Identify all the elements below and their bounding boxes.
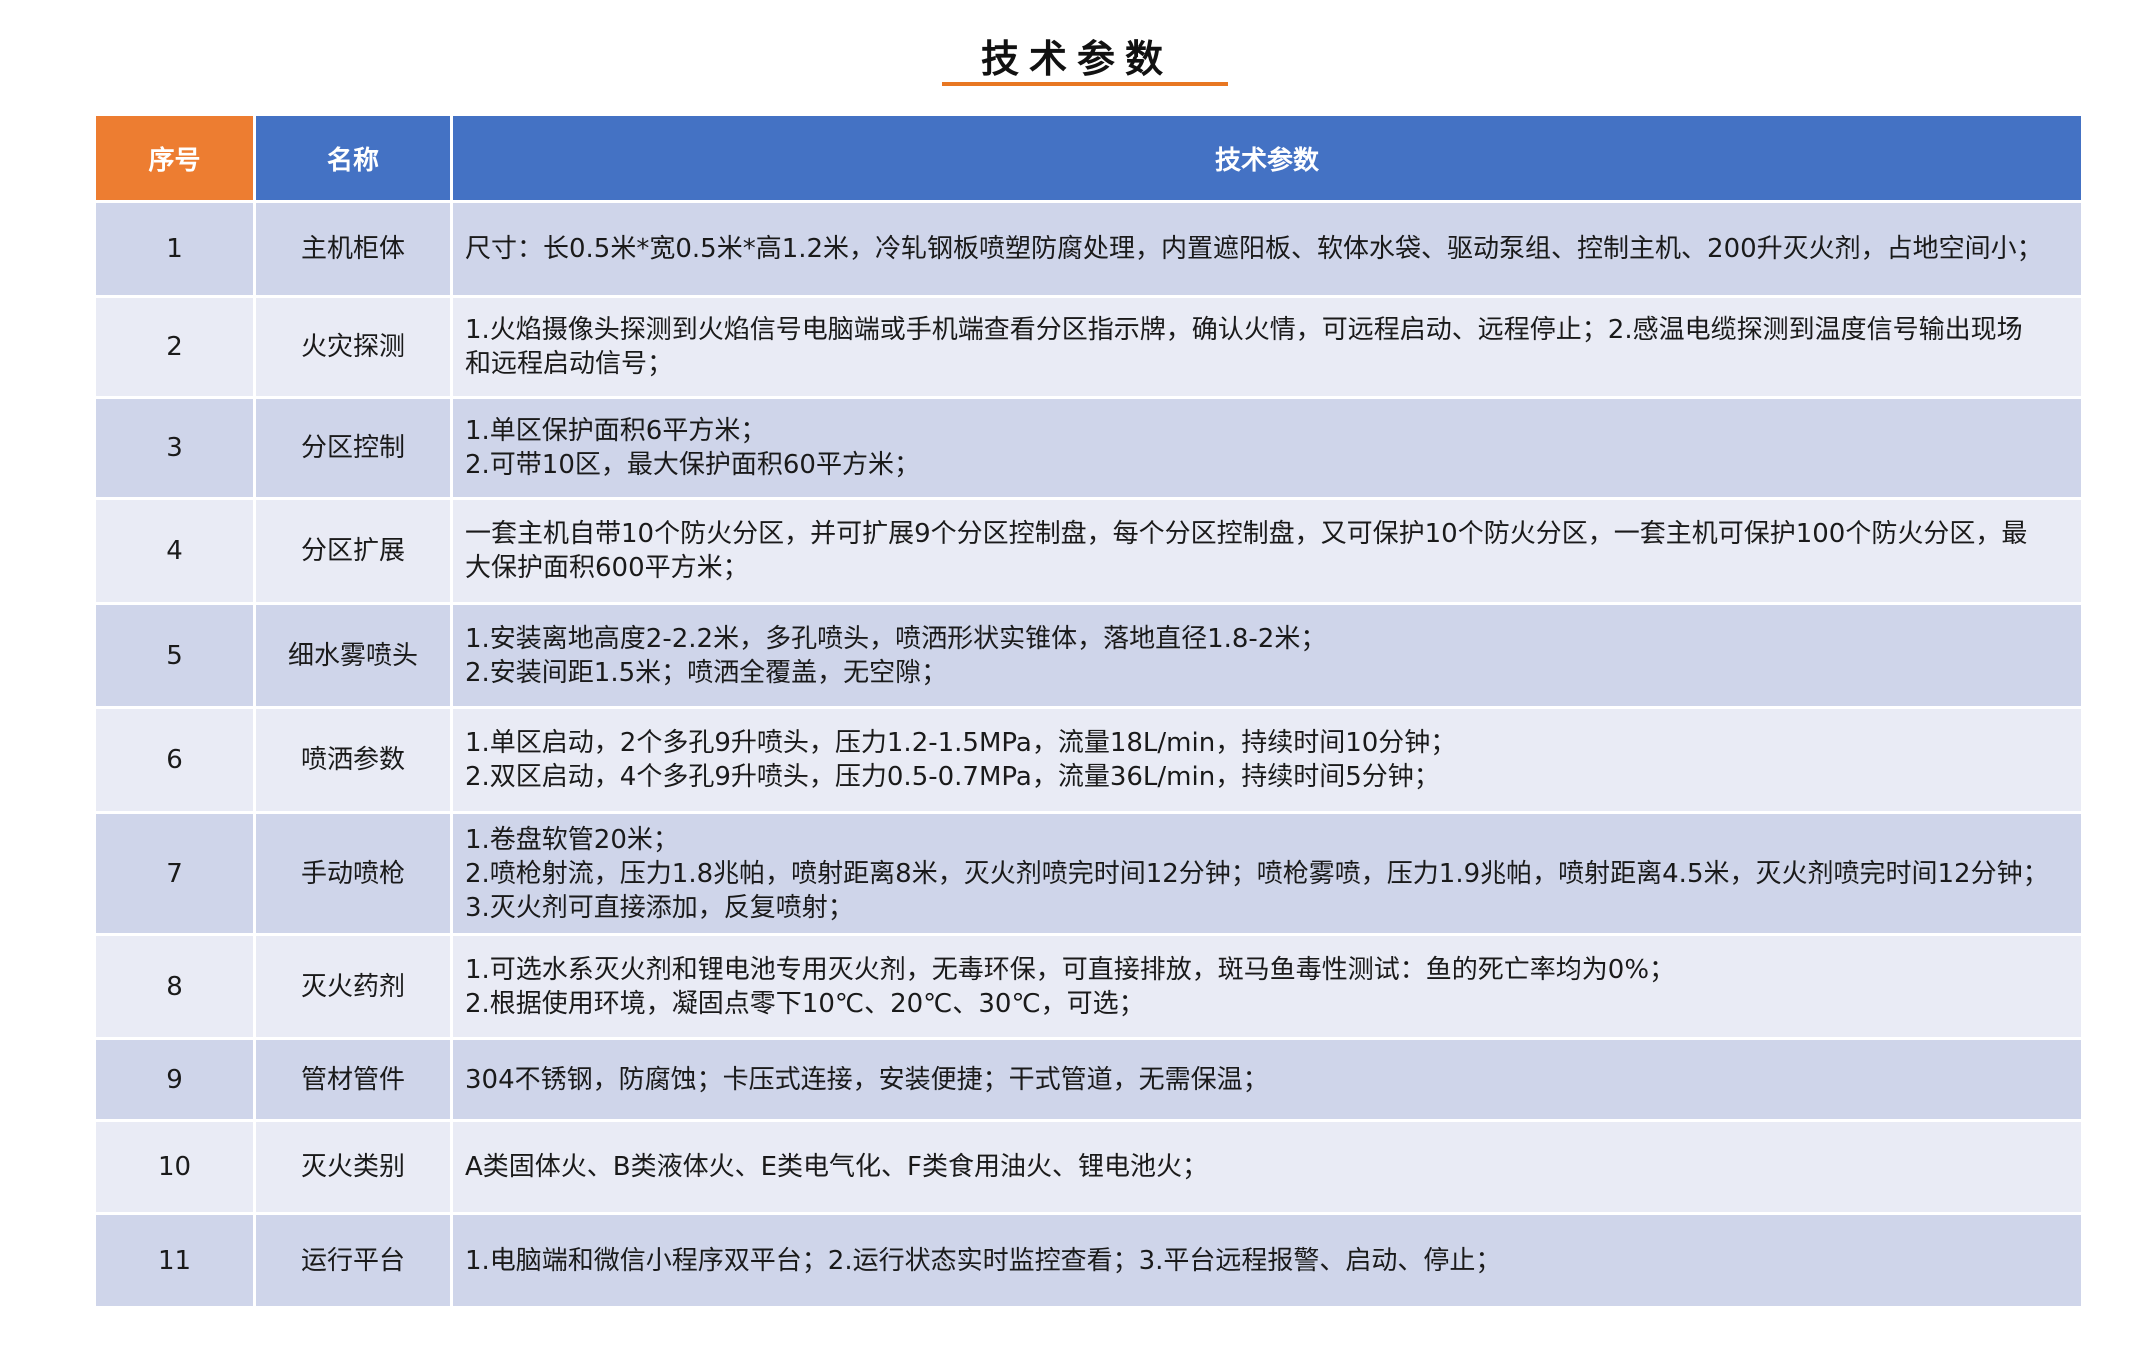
- param-line: 1.单区启动，2个多孔9升喷头，压力1.2-1.5MPa，流量18L/min，持…: [465, 728, 1457, 758]
- row-name: 主机柜体: [256, 203, 450, 295]
- param-line: 304不锈钢，防腐蚀；卡压式连接，安装便捷；干式管道，无需保温；: [465, 1064, 1269, 1095]
- table-row: 1 主机柜体 尺寸：长0.5米*宽0.5米*高1.2米，冷轧钢板喷塑防腐处理，内置遮…: [96, 203, 2081, 295]
- row-name: 运行平台: [256, 1215, 450, 1306]
- row-number: 8: [96, 936, 253, 1037]
- param-line: 1.卷盘软管20米；: [465, 824, 679, 855]
- row-name: 分区扩展: [256, 500, 450, 602]
- row-number: 6: [96, 709, 253, 811]
- table-header-row: 序号 名称 技术参数: [96, 116, 2081, 200]
- row-number: 1: [96, 203, 253, 295]
- row-params: 1.火焰摄像头探测到火焰信号电脑端或手机端查看分区指示牌，确认火情，可远程启动、…: [453, 298, 2081, 396]
- param-line: 一套主机自带10个防火分区，并可扩展9个分区控制盘，每个分区控制盘，又可保护10…: [465, 519, 2028, 549]
- row-name: 火灾探测: [256, 298, 450, 396]
- row-params: 1.卷盘软管20米； 2.喷枪射流，压力1.8兆帕，喷射距离8米，灭火剂喷完时间1…: [453, 814, 2081, 933]
- row-name: 灭火药剂: [256, 936, 450, 1037]
- table-row: 8 灭火药剂 1.可选水系灭火剂和锂电池专用灭火剂，无毒环保，可直接排放，斑马鱼毒性…: [96, 936, 2081, 1037]
- param-line: 和远程启动信号；: [465, 349, 674, 379]
- param-line: 1.可选水系灭火剂和锂电池专用灭火剂，无毒环保，可直接排放，斑马鱼毒性测试：鱼的…: [465, 954, 1676, 985]
- table-row: 10 灭火类别 A类固体火、B类液体火、E类电气化、F类食用油火、锂电池火；: [96, 1122, 2081, 1212]
- row-name: 手动喷枪: [256, 814, 450, 933]
- row-number: 7: [96, 814, 253, 933]
- table-row: 5 细水雾喷头 1.安装离地高度2-2.2米，多孔喷头，喷洒形状实锥体，落地直径1.…: [96, 605, 2081, 706]
- param-line: 2.安装间距1.5米；喷洒全覆盖，无空隙；: [465, 657, 948, 688]
- param-line: 2.根据使用环境，凝固点零下10℃、20℃、30℃，可选；: [465, 988, 1145, 1019]
- param-line: 2.双区启动，4个多孔9升喷头，压力0.5-0.7MPa，流量36L/min，持…: [465, 762, 1440, 792]
- table-body: 1 主机柜体 尺寸：长0.5米*宽0.5米*高1.2米，冷轧钢板喷塑防腐处理，内置遮…: [96, 203, 2081, 1306]
- table-row: 7 手动喷枪 1.卷盘软管20米； 2.喷枪射流，压力1.8兆帕，喷射距离8米，灭火剂…: [96, 814, 2081, 933]
- param-line: A类固体火、B类液体火、E类电气化、F类食用油火、锂电池火；: [465, 1152, 1209, 1182]
- row-name: 分区控制: [256, 399, 450, 497]
- page-title: 技术参数: [980, 37, 1173, 81]
- row-number: 3: [96, 399, 253, 497]
- row-number: 9: [96, 1040, 253, 1119]
- header-param: 技术参数: [453, 116, 2081, 200]
- row-number: 5: [96, 605, 253, 706]
- header-no: 序号: [96, 116, 253, 200]
- row-params: 1.可选水系灭火剂和锂电池专用灭火剂，无毒环保，可直接排放，斑马鱼毒性测试：鱼的…: [453, 936, 2081, 1037]
- row-params: 1.电脑端和微信小程序双平台；2.运行状态实时监控查看；3.平台远程报警、启动、…: [453, 1215, 2081, 1306]
- spec-table: 序号 名称 技术参数 1 主机柜体 尺寸：长0.5米*宽0.5米*高1.2米，冷轧钢…: [93, 113, 2084, 1309]
- table-row: 9 管材管件 304不锈钢，防腐蚀；卡压式连接，安装便捷；干式管道，无需保温；: [96, 1040, 2081, 1119]
- table-row: 2 火灾探测 1.火焰摄像头探测到火焰信号电脑端或手机端查看分区指示牌，确认火情，可…: [96, 298, 2081, 396]
- param-line: 3.灭火剂可直接添加，反复喷射；: [465, 892, 854, 923]
- table-row: 4 分区扩展 一套主机自带10个防火分区，并可扩展9个分区控制盘，每个分区控制盘，又…: [96, 500, 2081, 602]
- row-number: 11: [96, 1215, 253, 1306]
- param-line: 2.喷枪射流，压力1.8兆帕，喷射距离8米，灭火剂喷完时间12分钟；喷枪雾喷，压…: [465, 858, 2049, 889]
- param-line: 2.可带10区，最大保护面积60平方米；: [465, 450, 920, 480]
- param-line: 尺寸：长0.5米*宽0.5米*高1.2米，冷轧钢板喷塑防腐处理，内置遮阳板、软体…: [465, 234, 2043, 264]
- param-line: 大保护面积600平方米；: [465, 553, 749, 583]
- row-params: A类固体火、B类液体火、E类电气化、F类食用油火、锂电池火；: [453, 1122, 2081, 1212]
- param-line: 1.电脑端和微信小程序双平台；2.运行状态实时监控查看；3.平台远程报警、启动、…: [465, 1245, 1502, 1276]
- row-params: 一套主机自带10个防火分区，并可扩展9个分区控制盘，每个分区控制盘，又可保护10…: [453, 500, 2081, 602]
- row-params: 1.安装离地高度2-2.2米，多孔喷头，喷洒形状实锥体，落地直径1.8-2米； 2…: [453, 605, 2081, 706]
- header-name: 名称: [256, 116, 450, 200]
- row-params: 1.单区启动，2个多孔9升喷头，压力1.2-1.5MPa，流量18L/min，持…: [453, 709, 2081, 811]
- table-row: 6 喷洒参数 1.单区启动，2个多孔9升喷头，压力1.2-1.5MPa，流量18L/…: [96, 709, 2081, 811]
- row-name: 喷洒参数: [256, 709, 450, 811]
- param-line: 1.单区保护面积6平方米；: [465, 416, 767, 446]
- row-params: 304不锈钢，防腐蚀；卡压式连接，安装便捷；干式管道，无需保温；: [453, 1040, 2081, 1119]
- table-row: 3 分区控制 1.单区保护面积6平方米； 2.可带10区，最大保护面积60平方米；: [96, 399, 2081, 497]
- row-number: 2: [96, 298, 253, 396]
- row-name: 管材管件: [256, 1040, 450, 1119]
- row-number: 4: [96, 500, 253, 602]
- row-name: 细水雾喷头: [256, 605, 450, 706]
- param-line: 1.安装离地高度2-2.2米，多孔喷头，喷洒形状实锥体，落地直径1.8-2米；: [465, 623, 1327, 654]
- row-number: 10: [96, 1122, 253, 1212]
- row-params: 1.单区保护面积6平方米； 2.可带10区，最大保护面积60平方米；: [453, 399, 2081, 497]
- title-underline: [942, 82, 1228, 86]
- param-line: 1.火焰摄像头探测到火焰信号电脑端或手机端查看分区指示牌，确认火情，可远程启动、…: [465, 315, 2023, 345]
- table-row: 11 运行平台 1.电脑端和微信小程序双平台；2.运行状态实时监控查看；3.平台远程…: [96, 1215, 2081, 1306]
- row-params: 尺寸：长0.5米*宽0.5米*高1.2米，冷轧钢板喷塑防腐处理，内置遮阳板、软体…: [453, 203, 2081, 295]
- row-name: 灭火类别: [256, 1122, 450, 1212]
